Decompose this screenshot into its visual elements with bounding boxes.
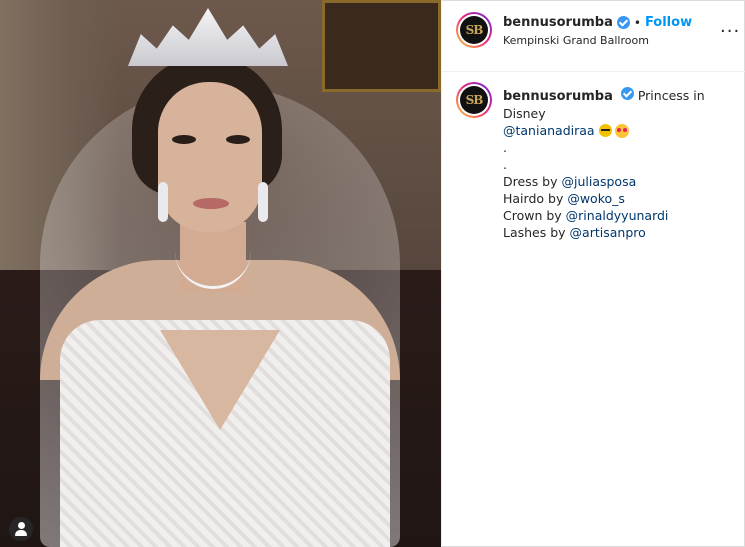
photo-earring-right: [258, 182, 268, 222]
user-tag-icon[interactable]: [9, 517, 33, 541]
caption-dot: .: [503, 140, 507, 155]
follow-button[interactable]: Follow: [645, 15, 692, 30]
photo-crown: [128, 8, 288, 66]
photo-wall-frame: [322, 0, 441, 92]
credit-label: Dress by: [503, 174, 562, 189]
caption-avatar[interactable]: SB: [456, 82, 492, 118]
credit-label: Hairdo by: [503, 191, 568, 206]
mention-link[interactable]: @rinaldyyunardi: [566, 208, 669, 223]
photo-earring-left: [158, 182, 168, 222]
avatar-logo: SB: [460, 16, 488, 44]
mention-link[interactable]: @woko_s: [567, 191, 625, 206]
header-username[interactable]: bennusorumba: [503, 15, 613, 30]
avatar-logo: SB: [460, 86, 488, 114]
location-link[interactable]: Kempinski Grand Ballroom: [503, 34, 649, 47]
more-options-icon[interactable]: ...: [720, 18, 740, 36]
photo-eye-right: [226, 135, 250, 144]
photo-lips: [193, 198, 229, 209]
credit-label: Lashes by: [503, 225, 570, 240]
caption-username[interactable]: bennusorumba: [503, 89, 613, 104]
credit-line: Hairdo by @woko_s: [503, 190, 733, 207]
mention-link[interactable]: @artisanpro: [570, 225, 646, 240]
verified-badge-icon: [620, 87, 634, 100]
heart-eyes-emoji-icon: [614, 124, 629, 138]
post-photo[interactable]: [0, 0, 441, 547]
photo-eye-left: [172, 135, 196, 144]
mention-link[interactable]: @tanianadiraa: [503, 123, 595, 138]
mention-link[interactable]: @juliasposa: [561, 174, 636, 189]
post-header: SB bennusorumba • Follow Kempinski Grand…: [442, 0, 745, 72]
header-avatar[interactable]: SB: [456, 12, 492, 48]
credit-line: Dress by @juliasposa: [503, 173, 733, 190]
bee-emoji-icon: [598, 124, 612, 137]
credit-line: Lashes by @artisanpro: [503, 224, 733, 241]
verified-badge-icon: [616, 16, 630, 29]
caption-dot: .: [503, 157, 507, 172]
separator-dot: •: [633, 15, 641, 30]
credit-label: Crown by: [503, 208, 566, 223]
credit-line: Crown by @rinaldyyunardi: [503, 207, 733, 224]
photo-face: [158, 82, 262, 232]
caption-text: bennusorumba Princess in Disney @taniana…: [503, 87, 733, 241]
post-side-panel: SB bennusorumba • Follow Kempinski Grand…: [441, 0, 745, 547]
